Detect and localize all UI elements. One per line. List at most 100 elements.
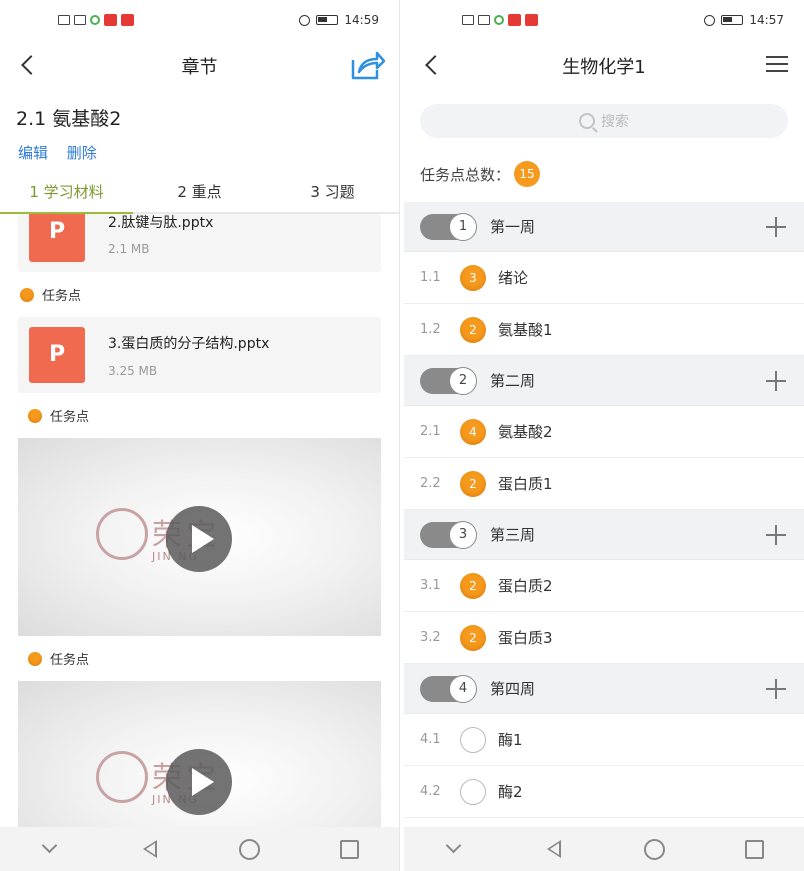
file-size: 2.1 MB <box>108 242 150 256</box>
week-header[interactable]: 2 第二周 <box>404 356 804 406</box>
week-header[interactable]: 1 第一周 <box>404 202 804 252</box>
lesson-item[interactable]: 3.2 2 蛋白质3 <box>404 612 804 664</box>
week-header[interactable]: 3 第三周 <box>404 510 804 560</box>
task-point-text: 任务点 <box>50 410 90 425</box>
menu-icon <box>766 56 788 58</box>
add-icon[interactable] <box>766 217 786 237</box>
lesson-title: 酶2 <box>498 783 523 801</box>
sim-icon <box>58 15 70 25</box>
search-input[interactable]: 搜索 <box>420 104 788 138</box>
add-icon[interactable] <box>766 371 786 391</box>
task-point-label: 任务点 <box>0 636 399 681</box>
task-count-badge: 3 <box>460 264 486 291</box>
status-right: 14:59 <box>299 13 379 27</box>
week-toggle[interactable]: 2 <box>420 366 477 395</box>
lesson-number: 3.2 <box>420 630 441 645</box>
left-phone-screen: 14:59 章节 2.1 氨基酸2 编辑 删除 1 学习材料 2 重点 3 习题… <box>0 0 400 871</box>
system-home-button[interactable] <box>643 838 665 860</box>
task-count-badge: 4 <box>460 418 486 445</box>
task-point-label: 任务点 <box>0 393 399 438</box>
signal-icon <box>74 15 86 25</box>
lesson-item[interactable]: 2.1 4 氨基酸2 <box>404 406 804 458</box>
file-name: 2.肽键与肽.pptx <box>108 215 214 231</box>
tab-bar: 1 学习材料 2 重点 3 习题 <box>0 170 399 214</box>
task-point-text: 任务点 <box>50 653 90 668</box>
lesson-item[interactable]: 3.1 2 蛋白质2 <box>404 560 804 612</box>
app-notification-icon <box>508 14 521 26</box>
system-nav-bar <box>0 827 399 871</box>
week-toggle[interactable]: 4 <box>420 674 477 703</box>
lesson-item[interactable]: 2.2 2 蛋白质1 <box>404 458 804 510</box>
file-card[interactable]: P 3.蛋白质的分子结构.pptx 3.25 MB <box>18 317 381 393</box>
tab-key-points[interactable]: 2 重点 <box>133 170 266 212</box>
school-logo <box>96 508 148 560</box>
task-count-badge: 2 <box>460 572 486 599</box>
week-number: 4 <box>449 674 477 703</box>
task-count-badge: 2 <box>460 316 486 343</box>
hide-nav-icon[interactable] <box>39 838 61 860</box>
video-player[interactable]: 荣宝 JIN NG <box>18 681 381 827</box>
lesson-title: 绪论 <box>498 269 529 287</box>
delete-link[interactable]: 删除 <box>67 144 97 162</box>
battery-icon <box>316 15 339 25</box>
lesson-title: 蛋白质2 <box>498 577 553 595</box>
app-notification-icon <box>525 14 538 26</box>
task-count-badge: 2 <box>460 624 486 651</box>
week-header[interactable]: 4 第四周 <box>404 664 804 714</box>
page-title: 章节 <box>181 57 218 78</box>
course-title: 生物化学1 <box>562 57 646 78</box>
play-button[interactable] <box>166 506 232 572</box>
status-time: 14:57 <box>749 13 784 27</box>
tab-exercises[interactable]: 3 习题 <box>266 170 399 212</box>
system-recents-button[interactable] <box>743 838 765 860</box>
app-notification-icon <box>121 14 134 26</box>
task-count-badge <box>460 726 486 753</box>
file-size: 3.25 MB <box>108 364 158 378</box>
ppt-icon: P <box>29 327 85 383</box>
app-notification-icon <box>90 15 100 25</box>
status-icons <box>462 14 538 26</box>
back-button[interactable] <box>18 54 42 78</box>
lesson-item[interactable]: 4.1 酶1 <box>404 714 804 766</box>
week-label: 第二周 <box>490 372 536 390</box>
system-back-button[interactable] <box>543 838 565 860</box>
week-toggle[interactable]: 3 <box>420 520 477 549</box>
week-label: 第四周 <box>490 680 536 698</box>
system-recents-button[interactable] <box>338 838 360 860</box>
status-bar: 14:57 <box>404 0 804 40</box>
edit-link[interactable]: 编辑 <box>18 144 48 162</box>
task-total-row: 任务点总数： 15 <box>404 146 804 202</box>
play-button[interactable] <box>166 749 232 815</box>
tab-materials[interactable]: 1 学习材料 <box>0 170 133 212</box>
lesson-item[interactable]: 1.1 3 绪论 <box>404 252 804 304</box>
chapter-title: 2.1 氨基酸2 <box>16 108 122 130</box>
hide-nav-icon[interactable] <box>443 838 465 860</box>
week-number: 2 <box>449 366 477 395</box>
alarm-icon <box>299 14 311 26</box>
file-card[interactable]: P 2.肽键与肽.pptx 2.1 MB <box>18 214 381 272</box>
week-toggle[interactable]: 1 <box>420 212 477 241</box>
status-icons <box>58 14 134 26</box>
system-nav-bar <box>404 827 804 871</box>
materials-list[interactable]: P 2.肽键与肽.pptx 2.1 MB 任务点 P 3.蛋白质的分子结构.pp… <box>0 214 399 827</box>
lesson-item[interactable]: 1.2 2 氨基酸1 <box>404 304 804 356</box>
task-point-icon <box>28 651 42 666</box>
lesson-item[interactable]: 4.2 酶2 <box>404 766 804 818</box>
signal-icon <box>478 15 490 25</box>
app-header: 生物化学1 <box>404 40 804 92</box>
week-number: 1 <box>449 212 477 241</box>
system-back-button[interactable] <box>139 838 161 860</box>
sim-icon <box>462 15 474 25</box>
lesson-number: 4.2 <box>420 784 441 799</box>
right-phone-screen: 14:57 生物化学1 搜索 任务点总数： 15 1 第一周 1.1 3 绪论 1.2 2 氨… <box>404 0 804 871</box>
menu-button[interactable] <box>766 56 788 74</box>
add-icon[interactable] <box>766 679 786 699</box>
back-button[interactable] <box>422 54 446 78</box>
add-icon[interactable] <box>766 525 786 545</box>
lesson-number: 1.2 <box>420 322 441 337</box>
video-player[interactable]: 荣宝 JIN NG <box>18 438 381 636</box>
system-home-button[interactable] <box>238 838 261 860</box>
file-name: 3.蛋白质的分子结构.pptx <box>108 336 270 352</box>
share-button[interactable] <box>349 50 386 82</box>
app-header: 章节 <box>0 40 399 92</box>
